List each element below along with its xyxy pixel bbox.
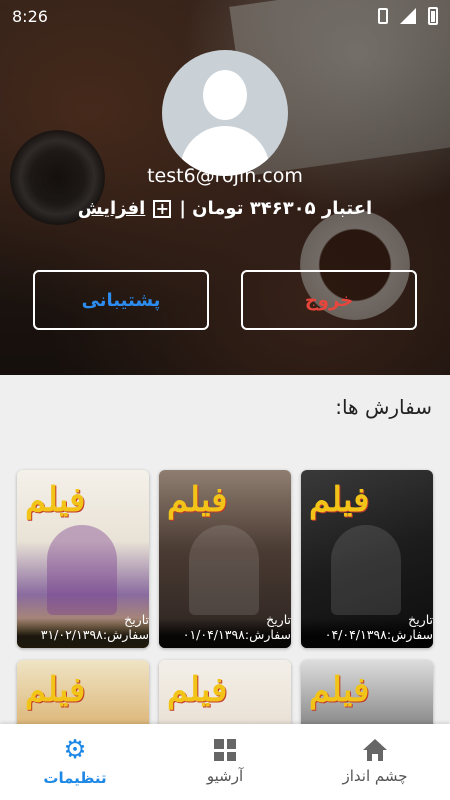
avatar[interactable] (162, 50, 288, 176)
home-icon (363, 739, 387, 761)
support-button[interactable]: پشتیبانی (33, 270, 209, 330)
bottom-navigation: چشم انداز آرشیو ⚙ تنظیمات (0, 724, 450, 800)
order-date: تاریخ سفارش:۰۱/۰۴/۱۳۹۸ (159, 612, 291, 648)
credit-row: اعتبار ۳۴۶۳۰۵ تومان | + افزایش (0, 198, 450, 219)
avatar-head-icon (203, 70, 247, 120)
dashboard-icon (214, 739, 236, 761)
plus-icon[interactable]: + (153, 199, 172, 218)
nav-label-archive: آرشیو (206, 767, 244, 785)
nav-label-settings: تنظیمات (43, 769, 107, 787)
magazine-logo: فیلم (309, 480, 370, 520)
battery-icon (428, 7, 438, 25)
magazine-logo: فیلم (309, 670, 370, 710)
nav-label-home: چشم انداز (342, 767, 408, 785)
vibrate-icon (378, 8, 388, 24)
status-time: 8:26 (12, 6, 48, 26)
magazine-logo: فیلم (25, 480, 86, 520)
order-card[interactable]: فیلم تاریخ سفارش:۰۱/۰۴/۱۳۹۸ (159, 470, 291, 648)
magazine-logo: فیلم (167, 670, 228, 710)
gear-icon: ⚙ (63, 735, 87, 765)
order-card[interactable]: فیلم تاریخ سفارش:۳۱/۰۲/۱۳۹۸ (17, 470, 149, 648)
order-date: تاریخ سفارش:۰۴/۰۴/۱۳۹۸ (301, 612, 433, 648)
nav-item-settings[interactable]: ⚙ تنظیمات (0, 724, 150, 800)
status-bar: 8:26 (0, 0, 450, 32)
nav-item-home[interactable]: چشم انداز (300, 724, 450, 800)
increase-credit-link[interactable]: افزایش (78, 198, 146, 219)
logout-button[interactable]: خروج (241, 270, 417, 330)
user-email: test6@rojin.com (147, 165, 303, 187)
magazine-logo: فیلم (25, 670, 86, 710)
order-card[interactable]: فیلم تاریخ سفارش:۰۴/۰۴/۱۳۹۸ (301, 470, 433, 648)
magazine-logo: فیلم (167, 480, 228, 520)
signal-icon (400, 8, 416, 24)
credit-label: اعتبار ۳۴۶۳۰۵ تومان | (179, 198, 373, 219)
order-date: تاریخ سفارش:۳۱/۰۲/۱۳۹۸ (17, 612, 149, 648)
orders-title: سفارش ها: (335, 395, 432, 419)
nav-item-archive[interactable]: آرشیو (150, 724, 300, 800)
